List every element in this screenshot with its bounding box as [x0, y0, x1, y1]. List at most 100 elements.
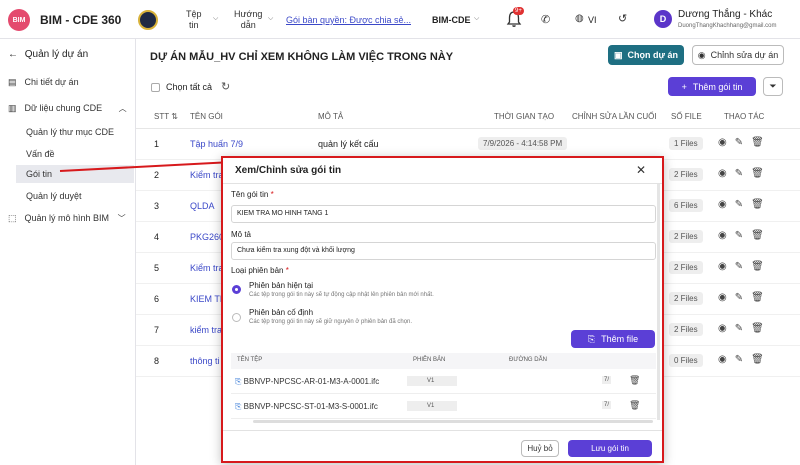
sidebar-item-label: Chi tiết dự án: [24, 77, 79, 87]
pencil-icon[interactable]: ✎: [735, 292, 743, 303]
nav-files-chevron-down-icon[interactable]: ⌵: [213, 15, 218, 23]
eye-icon[interactable]: ◉: [718, 137, 727, 148]
project-select[interactable]: BIM-CDE: [432, 15, 471, 25]
nav-files[interactable]: Tệp tin: [186, 9, 202, 31]
pencil-icon[interactable]: ✎: [735, 354, 743, 365]
sidebar-item-cde-data[interactable]: ▥ Dữ liệu chung CDE ︿: [8, 103, 127, 114]
radio-current-version[interactable]: [232, 285, 241, 294]
app-brand: BIM - CDE 360: [40, 13, 122, 27]
row-description: quản lý kết cấu: [318, 139, 379, 149]
close-icon[interactable]: ✕: [636, 163, 646, 177]
trash-icon[interactable]: 🗑: [751, 230, 764, 241]
trash-icon[interactable]: 🗑: [751, 199, 764, 210]
row-file-count: 6 Files: [669, 199, 703, 212]
row-stt: 1: [154, 139, 160, 149]
eye-icon[interactable]: ◉: [718, 261, 727, 272]
sidebar-item-cde-folders[interactable]: Quản lý thư mục CDE: [26, 127, 114, 137]
row-package-name[interactable]: QLDA: [190, 201, 215, 211]
user-name[interactable]: Dương Thắng - Khác: [678, 9, 772, 20]
row-file-count: 1 Files: [669, 137, 703, 150]
eye-icon[interactable]: ◉: [718, 168, 727, 179]
row-package-name[interactable]: Tập huấn 7/9: [190, 139, 243, 149]
sidebar-item-label: Quản lý mô hình BIM: [24, 213, 110, 223]
cancel-button[interactable]: Huỷ bỏ: [521, 440, 559, 457]
choose-project-button[interactable]: ▣ Chọn dự án: [608, 45, 684, 65]
eye-icon[interactable]: ◉: [718, 230, 727, 241]
column-file-name: TÊN TỆP: [237, 357, 263, 363]
nav-guide[interactable]: Hướng dẫn: [234, 9, 262, 31]
option-current-title[interactable]: Phiên bản hiện tại: [249, 281, 313, 290]
column-created: THỜI GIAN TẠO: [494, 112, 555, 121]
eye-icon[interactable]: ◉: [718, 354, 727, 365]
pencil-icon[interactable]: ✎: [735, 230, 743, 241]
row-package-name[interactable]: PKG260: [190, 232, 224, 242]
description-input[interactable]: Chưa kiểm tra xung đột và khối lượng: [231, 242, 656, 260]
sidebar-back-label: Quản lý dự án: [24, 49, 89, 60]
nav-files-label-2: tin: [189, 20, 199, 30]
option-fixed-title[interactable]: Phiên bản cố định: [249, 308, 313, 317]
project-select-chevron-down-icon[interactable]: ⌵: [474, 15, 479, 23]
file-name[interactable]: ⎘ BBNVP-NPCSC-AR-01-M3-A-0001.ifc: [235, 377, 379, 387]
trash-icon[interactable]: 🗑: [751, 261, 764, 272]
organization-emblem-icon[interactable]: [138, 10, 158, 30]
sidebar-item-approvals[interactable]: Quản lý duyệt: [26, 191, 82, 201]
file-row: ⎘ BBNVP-NPCSC-ST-01-M3-S-0001.ifc V1 7/ …: [231, 395, 656, 419]
history-icon[interactable]: ↺: [618, 12, 627, 25]
sidebar-item-project-detail[interactable]: ▤ Chi tiết dự án: [8, 77, 79, 88]
file-version[interactable]: V1: [407, 376, 457, 386]
eye-icon: ◉: [697, 49, 706, 60]
sidebar-item-bim-models[interactable]: ⬚ Quản lý mô hình BIM ﹀: [8, 213, 126, 224]
language-select[interactable]: VI: [588, 15, 597, 25]
globe-icon[interactable]: ◍: [575, 13, 584, 24]
filter-button[interactable]: ⏷: [763, 77, 783, 96]
radio-fixed-version[interactable]: [232, 313, 241, 322]
package-name-label: Tên gói tin *: [231, 190, 274, 199]
pencil-icon[interactable]: ✎: [735, 323, 743, 334]
eye-icon[interactable]: ◉: [718, 292, 727, 303]
file-name[interactable]: ⎘ BBNVP-NPCSC-ST-01-M3-S-0001.ifc: [235, 402, 378, 412]
sidebar-item-label: Quản lý duyệt: [26, 191, 82, 201]
file-path: 7/: [602, 376, 612, 384]
vertical-scrollbar[interactable]: [657, 184, 660, 420]
avatar[interactable]: D: [654, 10, 672, 28]
row-package-name[interactable]: Kiểm tra: [190, 170, 224, 180]
row-stt: 2: [154, 170, 160, 180]
horizontal-scrollbar[interactable]: [253, 420, 653, 423]
column-stt[interactable]: STT ⇅: [154, 112, 178, 121]
document-icon: ▤: [8, 77, 17, 87]
sidebar-item-issues[interactable]: Vấn đề: [26, 149, 55, 159]
column-desc: MÔ TẢ: [318, 112, 344, 121]
pencil-icon[interactable]: ✎: [735, 261, 743, 272]
package-name-input[interactable]: KIEM TRA MO HINH TANG 1: [231, 205, 656, 223]
edit-project-button[interactable]: ◉ Chỉnh sửa dự án: [692, 45, 784, 65]
select-all[interactable]: Chọn tất cả: [151, 82, 212, 92]
trash-icon[interactable]: 🗑: [751, 323, 764, 334]
trash-icon[interactable]: 🗑: [751, 292, 764, 303]
phone-icon[interactable]: ✆: [541, 13, 550, 26]
app-logo[interactable]: BIM: [8, 9, 30, 31]
license-package-link[interactable]: Gói bàn quyền: Được chia sẻ...: [286, 15, 411, 25]
eye-icon[interactable]: ◉: [718, 323, 727, 334]
pencil-icon[interactable]: ✎: [735, 168, 743, 179]
sidebar-back[interactable]: ← Quản lý dự án: [8, 49, 88, 60]
row-package-name[interactable]: Kiểm tra: [190, 263, 224, 273]
edit-project-label: Chỉnh sửa dự án: [710, 50, 779, 60]
pencil-icon[interactable]: ✎: [735, 199, 743, 210]
trash-icon[interactable]: 🗑: [751, 354, 764, 365]
nav-guide-chevron-down-icon[interactable]: ⌵: [268, 15, 273, 23]
trash-icon[interactable]: 🗑: [629, 400, 640, 411]
add-package-label: Thêm gói tin: [692, 81, 743, 92]
row-package-name[interactable]: kiểm tra: [190, 325, 222, 335]
trash-icon[interactable]: 🗑: [751, 168, 764, 179]
eye-icon[interactable]: ◉: [718, 199, 727, 210]
row-package-name[interactable]: thông ti: [190, 356, 220, 366]
file-version[interactable]: V1: [407, 401, 457, 411]
add-package-button[interactable]: + Thêm gói tin: [668, 77, 756, 96]
trash-icon[interactable]: 🗑: [629, 375, 640, 386]
pencil-icon[interactable]: ✎: [735, 137, 743, 148]
select-all-checkbox[interactable]: [151, 82, 160, 92]
refresh-icon[interactable]: ↻: [221, 80, 230, 93]
trash-icon[interactable]: 🗑: [751, 137, 764, 148]
add-file-button[interactable]: ⎘ Thêm file: [571, 330, 655, 348]
save-package-button[interactable]: Lưu gói tin: [568, 440, 652, 457]
